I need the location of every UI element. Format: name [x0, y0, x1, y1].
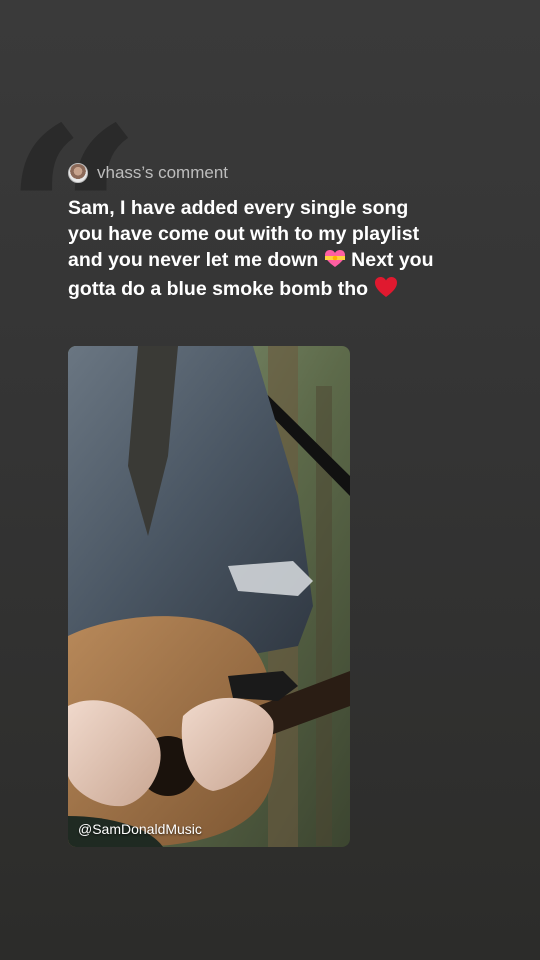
comment-header: vhass’s comment — [68, 163, 228, 183]
heart-with-ribbon-icon — [324, 249, 346, 276]
video-thumbnail — [68, 346, 350, 847]
comment-author[interactable]: vhass’s comment — [97, 163, 228, 183]
red-heart-icon — [374, 276, 398, 305]
avatar[interactable] — [68, 163, 88, 183]
video-card[interactable]: @SamDonaldMusic — [68, 346, 350, 847]
comment-text: Sam, I have added every single song you … — [68, 195, 448, 305]
video-watermark: @SamDonaldMusic — [78, 821, 202, 837]
